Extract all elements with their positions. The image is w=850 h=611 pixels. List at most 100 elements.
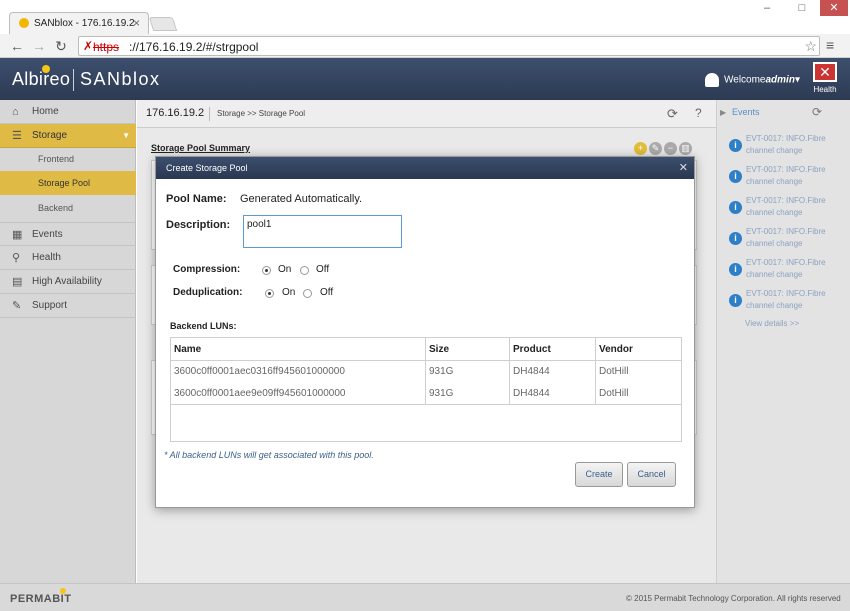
- logo-company: Albireo: [12, 69, 71, 89]
- event-item[interactable]: i EVT-0017: INFO.Fibre channel change: [729, 195, 847, 223]
- sidebar-item-events[interactable]: ▦ Events: [0, 222, 136, 246]
- column-header-size: Size: [425, 337, 510, 361]
- caret-down-icon: ▾: [794, 74, 800, 86]
- event-item[interactable]: i EVT-0017: INFO.Fibre channel change: [729, 257, 847, 285]
- refresh-icon[interactable]: ⟳: [667, 106, 678, 122]
- logo-product: SANblox: [80, 69, 161, 89]
- address-bar: ← → ↻ ✗ https ://176.16.19.2/#/strgpool …: [0, 34, 850, 58]
- sidebar-item-label: Events: [32, 229, 63, 240]
- sidebar-item-home[interactable]: ⌂ Home: [0, 100, 136, 124]
- compression-on-radio[interactable]: [262, 266, 271, 275]
- lun-name-cell: 3600c0ff0001aec0316ff945601000000: [170, 360, 426, 383]
- compression-off-radio[interactable]: [300, 266, 309, 275]
- sidebar-subitem-backend[interactable]: Backend: [0, 196, 136, 220]
- event-item[interactable]: i EVT-0017: INFO.Fibre channel change: [729, 133, 847, 161]
- table-row[interactable]: 3600c0ff0001aec0316ff945601000000 931G D…: [170, 360, 682, 383]
- dedup-on-radio[interactable]: [265, 289, 274, 298]
- info-icon: i: [729, 294, 742, 307]
- sidebar-item-label: Health: [32, 252, 61, 263]
- create-storage-pool-dialog: Create Storage Pool ✕ Pool Name: Generat…: [155, 156, 695, 508]
- backend-luns-table: Name Size Product Vendor 3600c0ff0001aec…: [170, 337, 682, 442]
- table-header-row: Name Size Product Vendor: [170, 337, 682, 361]
- sidebar-subitem-storage-pool[interactable]: Storage Pool: [0, 171, 136, 195]
- bookmark-star-icon[interactable]: ☆: [804, 38, 817, 55]
- reload-icon[interactable]: ↻: [52, 37, 70, 55]
- info-icon: i: [729, 170, 742, 183]
- sidebar-subitem-label: Storage Pool: [38, 178, 91, 188]
- event-text: EVT-0017: INFO.Fibre channel change: [746, 227, 826, 248]
- logo-divider: [73, 69, 74, 91]
- sidebar-subitem-frontend[interactable]: Frontend: [0, 147, 136, 171]
- menu-icon: ☰: [12, 130, 22, 142]
- info-icon: i: [729, 201, 742, 214]
- sidebar-item-support[interactable]: ✎ Support: [0, 294, 136, 318]
- forward-icon[interactable]: →: [30, 37, 48, 55]
- description-input[interactable]: [243, 215, 402, 248]
- user-icon: [705, 73, 719, 87]
- copyright-text: © 2015 Permabit Technology Corporation. …: [626, 594, 841, 603]
- url-input[interactable]: ✗ https ://176.16.19.2/#/strgpool ☆: [78, 36, 820, 56]
- info-icon: i: [729, 232, 742, 245]
- favicon-icon: [19, 18, 29, 28]
- sidebar-subitem-label: Backend: [38, 203, 74, 213]
- close-icon[interactable]: ✕: [679, 161, 688, 174]
- footer-logo: PERMABIT: [10, 593, 72, 605]
- compression-label: Compression:: [173, 264, 241, 275]
- cancel-button[interactable]: Cancel: [627, 462, 676, 487]
- lun-size-cell: 931G: [425, 382, 510, 405]
- maximize-button[interactable]: □: [790, 0, 814, 16]
- empty-cell: [170, 404, 682, 442]
- caret-down-icon: ▼: [122, 131, 130, 140]
- event-text: EVT-0017: INFO.Fibre channel change: [746, 134, 826, 155]
- new-tab-button[interactable]: [148, 17, 178, 31]
- back-icon[interactable]: ←: [8, 37, 26, 55]
- dedup-on-label: On: [282, 287, 296, 298]
- lun-vendor-cell: DotHill: [595, 382, 682, 405]
- breadcrumb-ip: 176.16.19.2: [146, 107, 205, 119]
- user-menu[interactable]: Welcomeadmin▾: [705, 73, 800, 87]
- event-item[interactable]: i EVT-0017: INFO.Fibre channel change: [729, 226, 847, 254]
- footer-logo-dot-icon: [60, 588, 66, 594]
- info-icon: i: [729, 139, 742, 152]
- lun-vendor-cell: DotHill: [595, 360, 682, 383]
- tab-close-icon[interactable]: ×: [133, 16, 140, 30]
- sidebar-item-high-availability[interactable]: ▤ High Availability: [0, 270, 136, 294]
- events-panel: ▶ Events ⟳ i EVT-0017: INFO.Fibre channe…: [716, 100, 850, 583]
- compression-on-label: On: [278, 264, 292, 275]
- browser-tab[interactable]: SANblox - 176.16.19.2 ×: [9, 12, 149, 34]
- browser-tab-bar: SANblox - 176.16.19.2 × – □ ✕: [0, 0, 850, 34]
- remove-pool-icon[interactable]: −: [664, 142, 677, 155]
- sidebar-item-label: High Availability: [32, 276, 102, 287]
- column-header-product: Product: [509, 337, 596, 361]
- sidebar-item-health[interactable]: ⚲ Health: [0, 246, 136, 270]
- sidebar-item-storage[interactable]: ☰ Storage ▼: [0, 124, 136, 148]
- edit-pool-icon[interactable]: ✎: [649, 142, 662, 155]
- sidebar-item-label: Home: [32, 106, 59, 117]
- stats-icon[interactable]: ▥: [679, 142, 692, 155]
- magnifier-icon: ⚲: [12, 252, 21, 264]
- dedup-off-radio[interactable]: [303, 289, 312, 298]
- event-item[interactable]: i EVT-0017: INFO.Fibre channel change: [729, 164, 847, 192]
- pool-name-value: Generated Automatically.: [240, 193, 363, 205]
- help-icon[interactable]: ?: [695, 106, 702, 120]
- collapse-arrow-icon[interactable]: ▶: [720, 108, 726, 117]
- luns-note: * All backend LUNs will get associated w…: [164, 450, 374, 460]
- minimize-button[interactable]: –: [755, 0, 779, 16]
- servers-icon: ▤: [12, 276, 23, 288]
- view-details-link[interactable]: View details >>: [745, 319, 799, 328]
- sidebar-item-label: Support: [32, 300, 68, 311]
- summary-title: Storage Pool Summary: [151, 143, 251, 153]
- compression-off-label: Off: [316, 264, 330, 275]
- health-button[interactable]: ✕ Health: [810, 62, 840, 98]
- health-status-icon: ✕: [813, 62, 837, 82]
- create-button[interactable]: Create: [575, 462, 623, 487]
- events-refresh-icon[interactable]: ⟳: [812, 105, 822, 119]
- table-row[interactable]: 3600c0ff0001aee9e09ff945601000000 931G D…: [170, 382, 682, 405]
- window-close-button[interactable]: ✕: [820, 0, 848, 16]
- backend-luns-label: Backend LUNs:: [170, 321, 237, 331]
- breadcrumb-divider: [209, 107, 210, 121]
- browser-menu-icon[interactable]: ≡: [826, 37, 834, 53]
- event-item[interactable]: i EVT-0017: INFO.Fibre channel change: [729, 288, 847, 316]
- add-pool-icon[interactable]: +: [634, 142, 647, 155]
- lun-name-cell: 3600c0ff0001aee9e09ff945601000000: [170, 382, 426, 405]
